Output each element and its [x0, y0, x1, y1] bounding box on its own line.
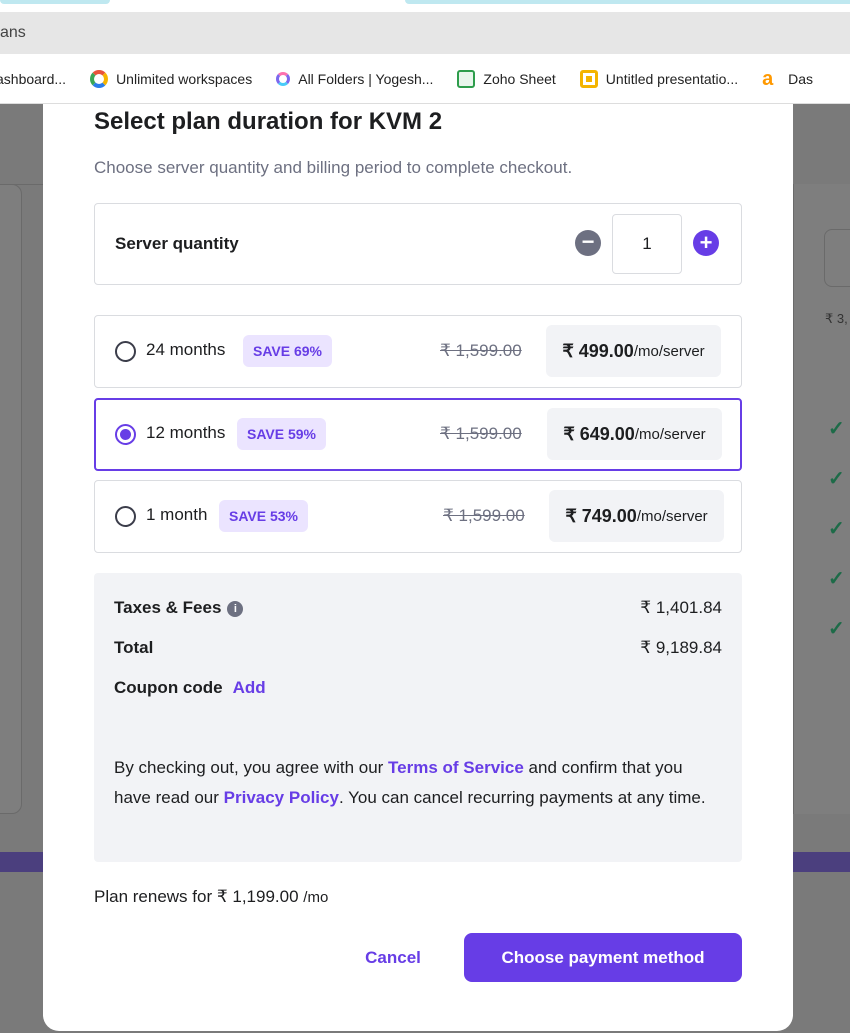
address-bar[interactable]: ans [0, 12, 850, 54]
plan-duration-modal: Select plan duration for KVM 2 Choose se… [43, 104, 793, 1031]
bookmark-label: Zoho Sheet [483, 70, 556, 87]
price-box: ₹ 499.00/mo/server [546, 325, 721, 377]
plus-icon[interactable]: + [693, 230, 719, 256]
bookmark-item[interactable]: Zoho Sheet [457, 69, 556, 88]
server-quantity-label: Server quantity [115, 234, 239, 253]
browser-tab[interactable] [0, 0, 110, 4]
save-badge: SAVE 59% [237, 418, 326, 450]
old-price: ₹ 1,599.00 [440, 424, 522, 443]
coupon-label: Coupon code [114, 678, 223, 697]
price-box: ₹ 649.00/mo/server [547, 408, 722, 460]
add-coupon-link[interactable]: Add [233, 678, 266, 697]
bookmarks-bar: ashboard... Unlimited workspaces All Fol… [0, 54, 850, 104]
address-text: ans [0, 24, 26, 41]
modal-subtitle: Choose server quantity and billing perio… [94, 158, 573, 177]
renewal-text: Plan renews for ₹ 1,199.00 [94, 887, 299, 906]
price-unit: /mo/server [636, 507, 708, 525]
price-unit: /mo/server [634, 425, 706, 443]
zoho-sheet-icon [457, 69, 476, 88]
plan-duration: 12 months [146, 423, 226, 442]
legal-text: By checking out, you agree with our Term… [114, 753, 714, 813]
background-input [824, 229, 850, 287]
radio-button[interactable] [115, 506, 136, 527]
modal-title: Select plan duration for KVM 2 [94, 108, 443, 135]
amazon-icon: a [762, 67, 774, 90]
info-icon[interactable]: i [227, 601, 244, 617]
bookmark-label: All Folders | Yogesh... [298, 70, 434, 87]
legal-suffix: . You can cancel recurring payments at a… [338, 788, 706, 807]
order-summary: Taxes & Fees i ₹ 1,401.84 Total ₹ 9,189.8… [94, 573, 742, 862]
check-icon: ✓ [828, 618, 845, 640]
plan-duration: 1 month [146, 505, 208, 524]
bookmark-item[interactable]: ashboard... [0, 71, 66, 87]
choose-payment-method-button[interactable]: Choose payment method [464, 933, 742, 982]
total-label: Total [114, 638, 154, 657]
server-quantity-box: Server quantity − 1 + [94, 203, 742, 285]
check-icon: ✓ [828, 568, 845, 590]
check-icon: ✓ [828, 468, 845, 490]
legal-prefix: By checking out, you agree with our [114, 758, 389, 777]
quantity-input[interactable]: 1 [612, 214, 682, 274]
price-unit: /mo/server [633, 342, 705, 360]
bookmark-item[interactable]: All Folders | Yogesh... [276, 71, 433, 87]
radio-button[interactable] [115, 424, 136, 445]
coupon-row: Coupon code Add [114, 678, 722, 698]
taxes-label: Taxes & Fees [114, 598, 222, 617]
price-box: ₹ 749.00/mo/server [549, 490, 724, 542]
bookmark-item[interactable]: Untitled presentatio... [579, 69, 739, 88]
bookmark-label: Unlimited workspaces [116, 70, 253, 87]
radio-button[interactable] [115, 341, 136, 362]
bookmark-label: Das [788, 70, 813, 87]
taxes-value: ₹ 1,401.84 [640, 598, 722, 617]
bookmark-item[interactable]: Unlimited workspaces [90, 69, 253, 88]
cancel-button[interactable]: Cancel [333, 933, 453, 983]
terms-of-service-link[interactable]: Terms of Service [388, 758, 524, 777]
background-price: ₹ 3, [825, 311, 848, 326]
check-icon: ✓ [828, 518, 845, 540]
slides-icon [579, 69, 598, 88]
browser-tab-strip [0, 0, 850, 12]
total-row: Total ₹ 9,189.84 [114, 638, 722, 658]
circle-logo-icon [90, 69, 109, 88]
privacy-policy-link[interactable]: Privacy Policy [224, 788, 339, 807]
old-price: ₹ 1,599.00 [443, 506, 525, 525]
plan-price: ₹ 649.00 [563, 423, 635, 444]
old-price: ₹ 1,599.00 [440, 341, 522, 360]
plan-duration: 24 months [146, 340, 226, 359]
plan-option-24-months[interactable]: 24 months SAVE 69% ₹ 1,599.00 ₹ 499.00/m… [94, 315, 742, 388]
clickup-icon [276, 71, 291, 86]
total-value: ₹ 9,189.84 [640, 638, 722, 657]
plan-option-1-month[interactable]: 1 month SAVE 53% ₹ 1,599.00 ₹ 749.00/mo/… [94, 480, 742, 553]
plan-option-12-months[interactable]: 12 months SAVE 59% ₹ 1,599.00 ₹ 649.00/m… [94, 398, 742, 471]
bookmark-label: Untitled presentatio... [605, 70, 739, 87]
renewal-unit: /mo [303, 889, 329, 906]
taxes-row: Taxes & Fees i ₹ 1,401.84 [114, 598, 722, 618]
plan-price: ₹ 499.00 [562, 340, 634, 361]
browser-tab[interactable] [405, 0, 850, 4]
bookmark-label: ashboard... [0, 70, 67, 87]
check-icon: ✓ [828, 418, 845, 440]
plan-price: ₹ 749.00 [565, 505, 637, 526]
minus-icon[interactable]: − [575, 230, 601, 256]
background-card [0, 184, 22, 814]
bookmark-item[interactable]: a Das [762, 67, 813, 90]
save-badge: SAVE 53% [219, 500, 308, 532]
renewal-note: Plan renews for ₹ 1,199.00 /mo [94, 887, 328, 907]
save-badge: SAVE 69% [243, 335, 332, 367]
